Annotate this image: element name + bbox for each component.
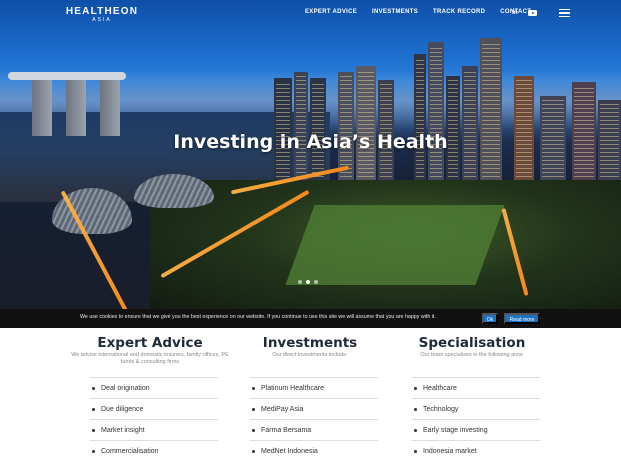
cookie-message: We use cookies to ensure that we give yo… <box>80 314 436 320</box>
investments-column: Investments Our direct investments inclu… <box>230 335 390 455</box>
list-item: Early stage investing <box>412 419 540 440</box>
top-navbar: HEALTHEON ASIA EXPERT ADVICE INVESTMENTS… <box>0 0 621 28</box>
brand-logo[interactable]: HEALTHEON ASIA <box>64 7 140 25</box>
list-item: Deal origination <box>90 377 218 398</box>
cookie-ok-button[interactable]: Ok <box>482 313 498 324</box>
hero-title: Investing in Asia’s Health <box>173 131 448 153</box>
nav-expert-advice[interactable]: EXPERT ADVICE <box>305 9 357 15</box>
city-skyline-image <box>0 0 621 200</box>
column-list: Deal origination Due diligence Market in… <box>90 377 218 461</box>
column-subtitle: We advise international and domestic ins… <box>71 352 229 365</box>
list-item: Technology <box>412 398 540 419</box>
list-item: Commercialisation <box>90 440 218 461</box>
column-subtitle: Our team specialises in the following ar… <box>420 352 524 358</box>
list-item: MedNet Indonesia <box>250 440 378 461</box>
skyscraper <box>428 42 444 200</box>
list-item: MediPay Asia <box>250 398 378 419</box>
list-item: Indonesia market <box>412 440 540 461</box>
skypark-deck <box>8 72 126 80</box>
skyscraper <box>480 38 502 200</box>
hotel-tower <box>66 78 86 136</box>
nav-investments[interactable]: INVESTMENTS <box>372 9 418 15</box>
column-list: Platinum Healthcare MediPay Asia Farma B… <box>250 377 378 461</box>
list-item: Platinum Healthcare <box>250 377 378 398</box>
main-nav: EXPERT ADVICE INVESTMENTS TRACK RECORD C… <box>305 9 531 15</box>
column-subtitle: Our direct investments include: <box>272 352 348 358</box>
youtube-icon[interactable] <box>528 10 537 16</box>
column-title: Investments <box>262 335 358 351</box>
hotel-tower <box>32 78 52 136</box>
nav-track-record[interactable]: TRACK RECORD <box>433 9 485 15</box>
hamburger-menu-icon[interactable] <box>559 9 570 18</box>
column-title: Expert Advice <box>97 335 203 351</box>
slider-dots <box>298 280 318 284</box>
list-item: Healthcare <box>412 377 540 398</box>
slider-dot[interactable] <box>298 280 302 284</box>
logo-subtitle: ASIA <box>92 17 112 23</box>
list-item: Farma Bersama <box>250 419 378 440</box>
slider-dot-active[interactable] <box>306 280 310 284</box>
linkedin-icon[interactable]: in <box>512 9 518 16</box>
specialisation-column: Specialisation Our team specialises in t… <box>392 335 552 455</box>
slider-dot[interactable] <box>314 280 318 284</box>
column-list: Healthcare Technology Early stage invest… <box>412 377 540 461</box>
hotel-tower <box>100 78 120 136</box>
cookie-consent-bar: We use cookies to ensure that we give yo… <box>0 309 621 328</box>
logo-wordmark: HEALTHEON <box>65 6 139 17</box>
hero-banner: HEALTHEON ASIA EXPERT ADVICE INVESTMENTS… <box>0 0 621 312</box>
list-item: Market insight <box>90 419 218 440</box>
list-item: Due diligence <box>90 398 218 419</box>
expert-advice-column: Expert Advice We advise international an… <box>70 335 230 456</box>
skyscraper <box>414 54 426 200</box>
column-title: Specialisation <box>418 335 526 351</box>
sports-field <box>285 205 505 285</box>
cookie-read-more-button[interactable]: Read more <box>504 313 540 324</box>
